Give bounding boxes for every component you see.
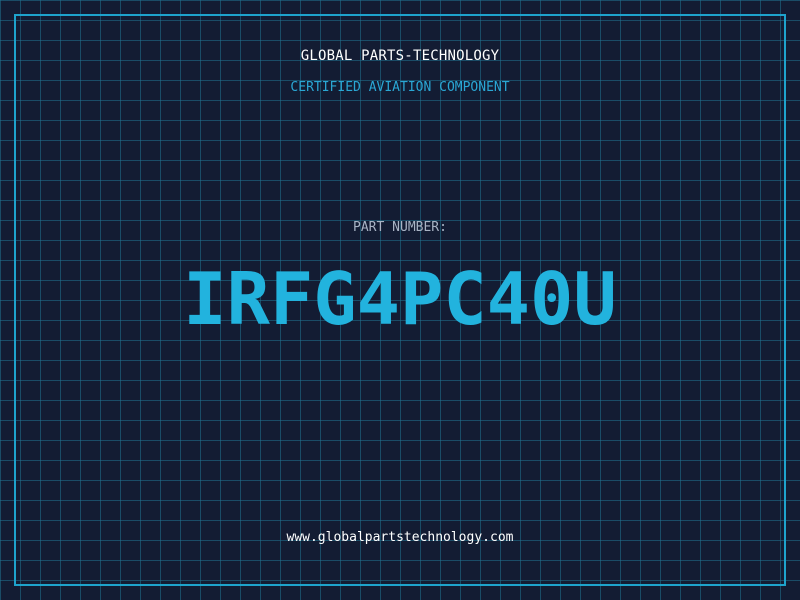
part-number-value: IRFG4PC40U xyxy=(183,257,617,341)
company-name: GLOBAL PARTS-TECHNOLOGY xyxy=(300,48,500,64)
website-url: www.globalpartstechnology.com xyxy=(286,530,514,545)
certification-subtitle: CERTIFIED AVIATION COMPONENT xyxy=(290,80,510,95)
part-number-label: PART NUMBER: xyxy=(353,220,447,235)
